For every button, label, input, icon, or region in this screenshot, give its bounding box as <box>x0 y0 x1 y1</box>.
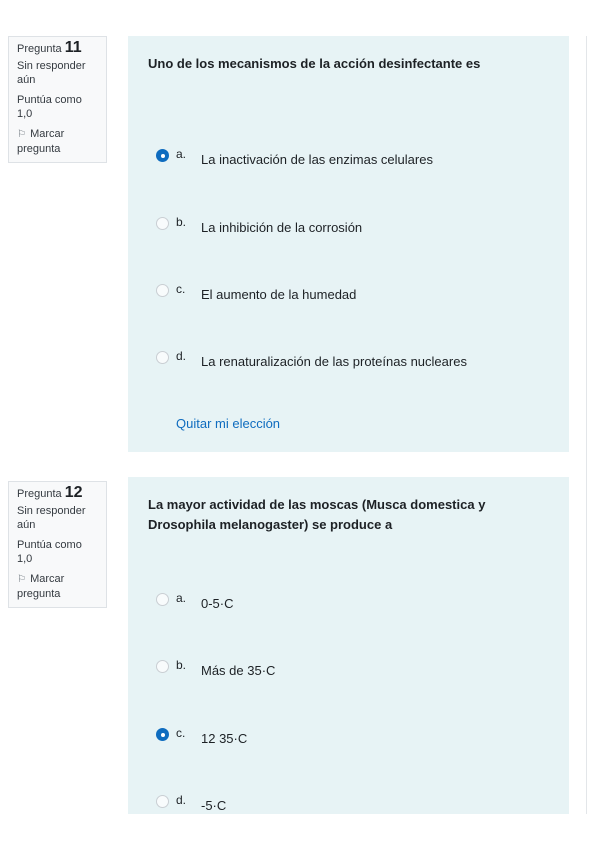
answer-option-c[interactable]: c. 12 35·C <box>156 725 556 747</box>
option-text: La renaturalización de las proteínas nuc… <box>201 354 467 369</box>
flag-icon: ⚐ <box>17 574 26 585</box>
radio-button[interactable] <box>156 351 169 364</box>
radio-button[interactable] <box>156 217 169 230</box>
answer-option-d[interactable]: d. -5·C <box>156 792 556 814</box>
option-text: 0-5·C <box>201 596 234 611</box>
flag-question-button[interactable]: ⚐ Marcar pregunta <box>17 572 100 601</box>
radio-button[interactable] <box>156 284 169 297</box>
radio-button[interactable] <box>156 149 169 162</box>
clear-choice-link[interactable]: Quitar mi elección <box>176 416 280 431</box>
flag-icon: ⚐ <box>17 129 26 140</box>
option-letter: d. <box>176 793 187 807</box>
answer-option-d[interactable]: d. La renaturalización de las proteínas … <box>156 348 556 370</box>
question-number: 11 <box>64 39 82 56</box>
question-content-11: Uno de los mecanismos de la acción desin… <box>128 36 569 452</box>
question-text: La mayor actividad de las moscas (Musca … <box>148 497 486 532</box>
answer-option-b[interactable]: b. La inhibición de la corrosión <box>156 214 556 236</box>
question-label: Pregunta <box>17 43 62 55</box>
option-text: El aumento de la humedad <box>201 287 357 302</box>
question-grade: Puntúa como 1,0 <box>17 94 82 120</box>
option-text: -5·C <box>201 798 227 813</box>
question-state: Sin responder aún <box>17 60 86 86</box>
answer-option-c[interactable]: c. El aumento de la humedad <box>156 281 556 303</box>
option-letter: d. <box>176 349 187 363</box>
option-letter: a. <box>176 147 187 161</box>
flag-question-button[interactable]: ⚐ Marcar pregunta <box>17 127 100 156</box>
radio-button[interactable] <box>156 593 169 606</box>
question-label: Pregunta <box>17 488 62 500</box>
option-text: La inactivación de las enzimas celulares <box>201 152 433 167</box>
page-divider <box>586 36 587 814</box>
option-letter: b. <box>176 658 187 672</box>
radio-button[interactable] <box>156 728 169 741</box>
option-letter: a. <box>176 591 187 605</box>
radio-button[interactable] <box>156 660 169 673</box>
question-content-12: La mayor actividad de las moscas (Musca … <box>128 477 569 814</box>
question-state: Sin responder aún <box>17 505 86 531</box>
question-info-12: Pregunta 12 Sin responder aún Puntúa com… <box>8 481 107 608</box>
question-number-line: Pregunta 11 <box>17 39 100 56</box>
option-letter: c. <box>176 282 186 296</box>
radio-button[interactable] <box>156 795 169 808</box>
question-text: Uno de los mecanismos de la acción desin… <box>148 56 481 71</box>
answer-option-b[interactable]: b. Más de 35·C <box>156 657 556 679</box>
question-number-line: Pregunta 12 <box>17 484 100 501</box>
answer-option-a[interactable]: a. 0-5·C <box>156 590 556 612</box>
question-number: 12 <box>64 484 83 501</box>
option-text: Más de 35·C <box>201 663 276 678</box>
answer-option-a[interactable]: a. La inactivación de las enzimas celula… <box>156 146 556 168</box>
option-letter: c. <box>176 726 186 740</box>
question-info-11: Pregunta 11 Sin responder aún Puntúa com… <box>8 36 107 163</box>
question-grade: Puntúa como 1,0 <box>17 539 82 565</box>
option-text: La inhibición de la corrosión <box>201 220 363 235</box>
option-letter: b. <box>176 215 187 229</box>
option-text: 12 35·C <box>201 731 248 746</box>
